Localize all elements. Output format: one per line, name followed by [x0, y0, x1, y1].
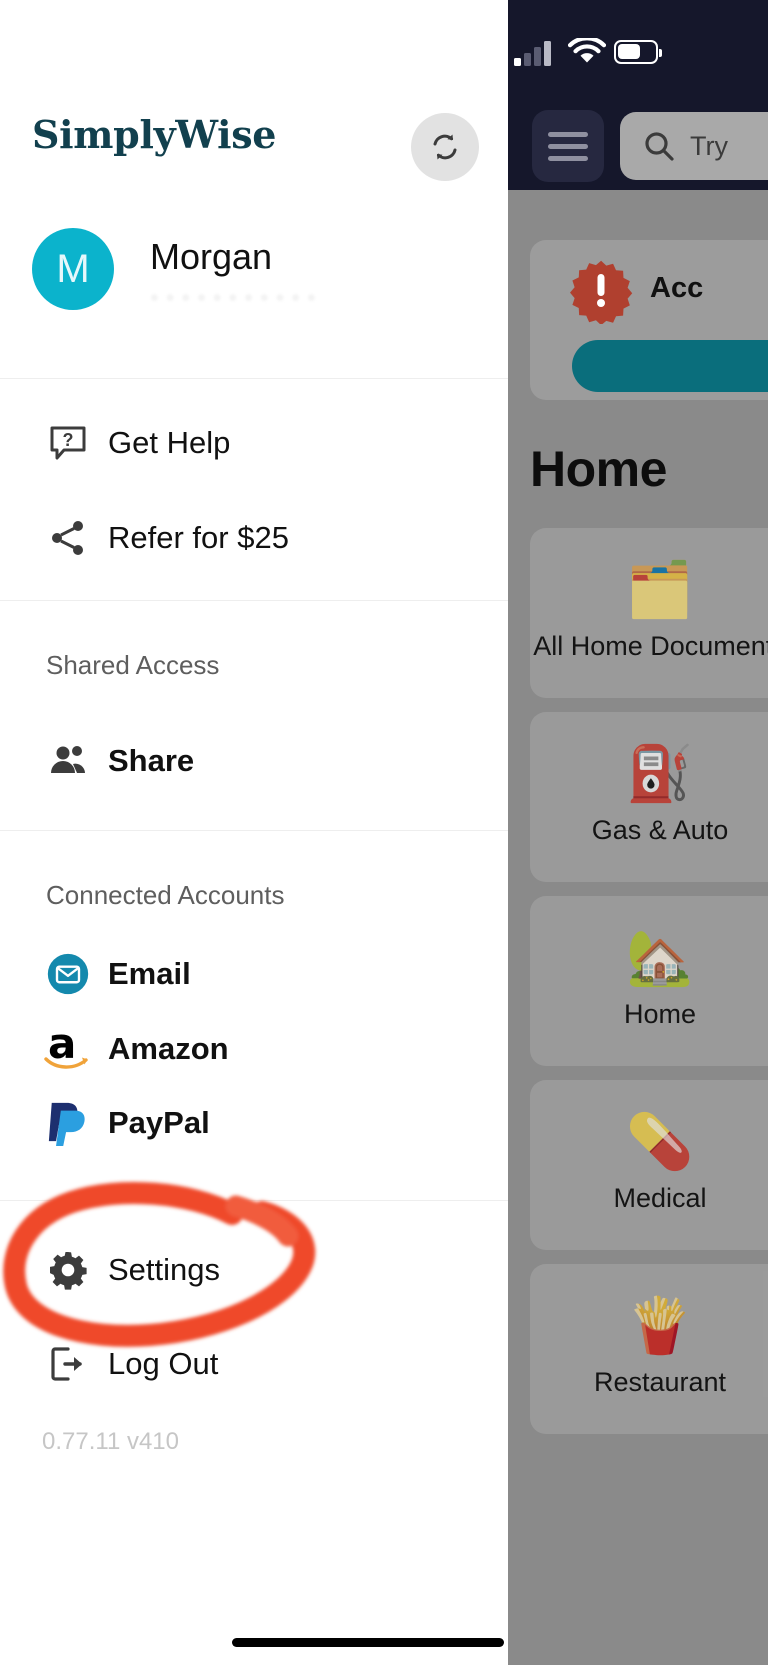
category-label: All Home Documents: [533, 631, 768, 662]
menu-item-log-out[interactable]: Log Out: [0, 1336, 508, 1392]
profile-name: Morgan: [150, 236, 273, 277]
menu-item-paypal[interactable]: PayPal: [0, 1095, 508, 1151]
menu-item-share[interactable]: Share: [0, 733, 508, 789]
divider: [0, 1200, 508, 1201]
section-header-shared-access: Shared Access: [46, 650, 220, 680]
divider: [0, 600, 508, 601]
alert-exclamation-badge-icon: [568, 258, 634, 326]
navigation-drawer: SimplyWise M Morgan • • • • • • • • • • …: [0, 0, 508, 1665]
alert-card-title: Acc: [650, 272, 704, 304]
category-tile-medical[interactable]: 💊 Medical: [530, 1080, 768, 1250]
menu-item-get-help[interactable]: ? Get Help: [0, 415, 508, 471]
hamburger-menu-icon[interactable]: [532, 110, 604, 182]
menu-item-label: Get Help: [108, 425, 231, 460]
category-label: Medical: [613, 1183, 707, 1214]
app-version-label: 0.77.11 v410: [42, 1428, 180, 1455]
paypal-logo-icon: [46, 1101, 90, 1146]
help-chat-icon: ?: [46, 421, 90, 465]
menu-item-label: Settings: [108, 1252, 221, 1287]
category-tile-home[interactable]: 🏡 Home: [530, 896, 768, 1066]
house-icon: 🏡: [626, 928, 694, 989]
home-indicator: [232, 1638, 504, 1647]
food-icon: 🍟: [626, 1296, 694, 1357]
search-icon: [645, 132, 674, 161]
menu-item-label: Refer for $25: [108, 520, 289, 555]
share-nodes-icon: [46, 516, 90, 560]
category-tile-all-home-documents[interactable]: 🗂️ All Home Documents: [530, 528, 768, 698]
category-tile-gas-auto[interactable]: ⛽ Gas & Auto: [530, 712, 768, 882]
category-tile-restaurant[interactable]: 🍟 Restaurant: [530, 1264, 768, 1434]
category-label: Gas & Auto: [591, 815, 729, 846]
amazon-logo-icon: a: [44, 1023, 90, 1071]
sync-refresh-icon[interactable]: [411, 113, 479, 181]
alert-cta-button[interactable]: [572, 340, 768, 392]
app-header-bar: Try: [508, 0, 768, 190]
account-alert-card[interactable]: Acc: [530, 240, 768, 400]
pill-icon: 💊: [626, 1112, 694, 1173]
fuel-pump-icon: ⛽: [626, 744, 694, 805]
avatar: M: [32, 228, 114, 310]
category-label: Home: [623, 999, 697, 1030]
email-envelope-icon: [46, 952, 90, 996]
cellular-signal-icon: [514, 40, 556, 66]
search-input[interactable]: Try: [620, 112, 768, 180]
menu-item-label: Email: [108, 956, 191, 991]
section-header-connected-accounts: Connected Accounts: [46, 880, 285, 910]
battery-icon: [614, 40, 662, 64]
menu-item-settings[interactable]: Settings: [0, 1242, 508, 1298]
divider: [0, 830, 508, 831]
menu-item-label: Share: [108, 743, 195, 778]
svg-text:?: ?: [63, 430, 74, 450]
menu-item-label: Log Out: [108, 1346, 219, 1381]
page-title: Home: [530, 441, 667, 497]
profile-subtitle-redacted: • • • • • • • • • • •: [150, 284, 316, 312]
user-profile-row[interactable]: M Morgan • • • • • • • • • • •: [0, 228, 508, 318]
menu-item-email[interactable]: Email: [0, 946, 508, 1002]
menu-item-amazon[interactable]: a Amazon: [0, 1021, 508, 1077]
wifi-icon: [567, 36, 607, 71]
people-icon: [46, 739, 90, 783]
divider: [0, 378, 508, 379]
screen: Try Acc Home 🗂️ All Home Documents ⛽ Gas…: [0, 0, 768, 1665]
menu-item-refer[interactable]: Refer for $25: [0, 510, 508, 566]
category-label: Restaurant: [593, 1367, 727, 1398]
status-bar: [508, 30, 768, 70]
drawer-header: SimplyWise: [0, 112, 508, 188]
menu-item-label: Amazon: [108, 1031, 229, 1066]
gear-icon: [46, 1248, 90, 1292]
background-app-panel: Try Acc Home 🗂️ All Home Documents ⛽ Gas…: [508, 0, 768, 1665]
logout-icon: [46, 1342, 90, 1386]
brand-logo-text: SimplyWise: [32, 112, 277, 157]
folder-icon: 🗂️: [626, 560, 694, 621]
search-placeholder-text: Try: [690, 130, 728, 161]
menu-item-label: PayPal: [108, 1105, 210, 1140]
